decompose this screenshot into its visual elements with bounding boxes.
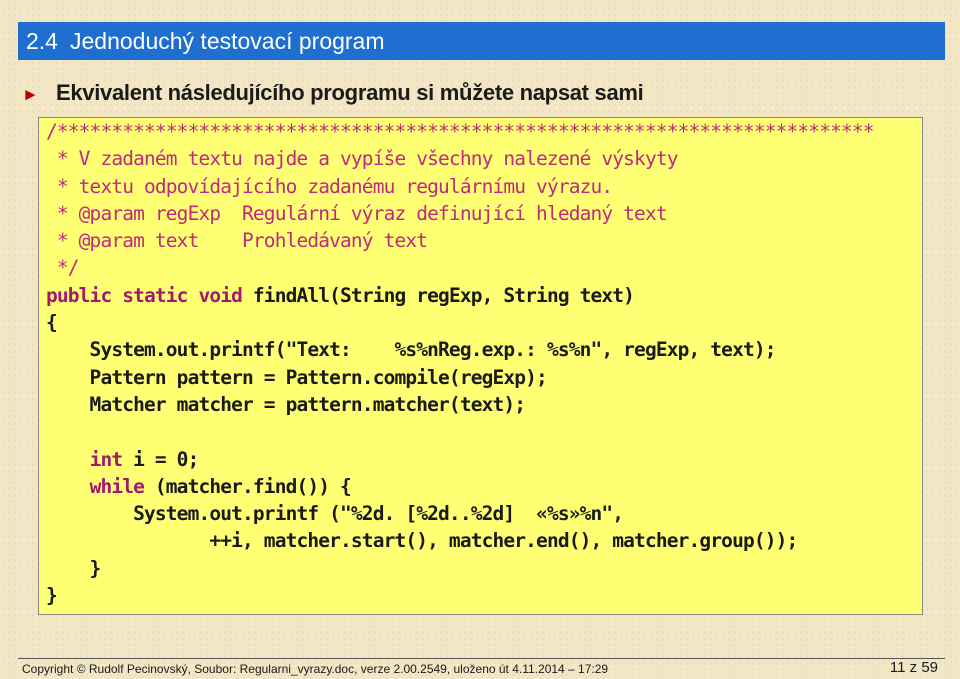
- bullet-point: ► Ekvivalent následujícího programu si mů…: [22, 78, 644, 108]
- code-line: i = 0;: [122, 447, 199, 471]
- footer-copyright: Copyright © Rudolf Pecinovský, Soubor: R…: [22, 662, 609, 676]
- code-keyword-while: while: [89, 474, 145, 498]
- code-keywords: public static void: [46, 283, 253, 307]
- page-number: 11 z 59: [889, 659, 938, 676]
- code-signature: findAll(String regExp, String text): [252, 283, 635, 307]
- code-line: Pattern pattern = Pattern.compile(regExp…: [46, 365, 548, 389]
- code-line: ++i, matcher.start(), matcher.end(), mat…: [46, 529, 798, 553]
- code-inner-close-brace: }: [46, 556, 102, 580]
- code-listing: /***************************************…: [38, 117, 923, 615]
- code-comment-line: */: [46, 256, 80, 280]
- bullet-arrow-icon: ►: [22, 85, 39, 104]
- slide-title-bar: 2.4 Jednoduchý testovací program: [18, 22, 945, 60]
- code-line: System.out.printf("Text: %s%nReg.exp.: %…: [46, 338, 777, 362]
- code-keyword-int: int: [89, 447, 124, 471]
- code-comment-line: * V zadaném textu najde a vypíše všechny…: [46, 147, 679, 171]
- code-comment-line: /***************************************…: [46, 120, 874, 143]
- slide-title: Jednoduchý testovací program: [70, 28, 385, 54]
- code-comment-line: * @param text Prohledávaný text: [46, 229, 428, 253]
- footer-divider: [18, 658, 945, 659]
- section-number: 2.4: [26, 28, 58, 54]
- code-close-brace: }: [46, 584, 58, 608]
- code-open-brace: {: [46, 311, 58, 335]
- code-line: (matcher.find()) {: [144, 474, 352, 498]
- code-line: Matcher matcher = pattern.matcher(text);: [46, 392, 526, 416]
- bullet-text: Ekvivalent následujícího programu si můž…: [56, 80, 644, 105]
- code-comment-line: * @param regExp Regulární výraz definují…: [46, 201, 668, 225]
- code-comment-line: * textu odpovídajícího zadanému regulárn…: [46, 174, 613, 198]
- code-text: /***************************************…: [46, 118, 874, 609]
- code-line: System.out.printf ("%2d. [%2d..%2d] «%s»…: [46, 502, 624, 526]
